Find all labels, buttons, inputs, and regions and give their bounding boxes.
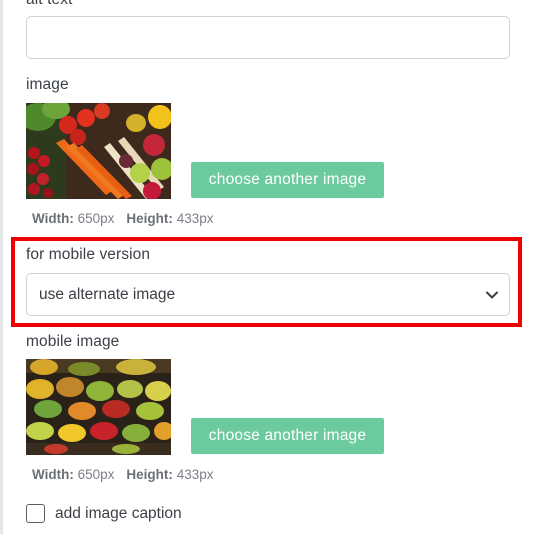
- height-label: Height:: [126, 211, 173, 226]
- mobile-height-label: Height:: [126, 467, 173, 482]
- width-label: Width:: [32, 211, 74, 226]
- mobile-version-label: for mobile version: [26, 246, 151, 263]
- image-thumbnail: [26, 103, 171, 199]
- mobile-version-selected-value: use alternate image: [39, 285, 176, 303]
- add-image-caption-checkbox[interactable]: [26, 504, 45, 523]
- mobile-image-dimensions: Width: 650px Height: 433px: [32, 467, 213, 482]
- mobile-width-label: Width:: [32, 467, 74, 482]
- mobile-width-value: 650px: [77, 467, 115, 482]
- vegetables-photo: [26, 103, 171, 199]
- height-value: 433px: [176, 211, 214, 226]
- mobile-version-select[interactable]: use alternate image: [26, 273, 510, 316]
- add-image-caption-label: add image caption: [55, 504, 182, 522]
- add-image-caption-option[interactable]: add image caption: [26, 504, 182, 523]
- fruit-market-photo: [26, 359, 171, 455]
- alt-text-label: alt text: [26, 0, 72, 9]
- image-dimensions: Width: 650px Height: 433px: [32, 211, 213, 226]
- choose-another-mobile-image-button[interactable]: choose another image: [191, 418, 384, 454]
- panel-left-border: [0, 0, 3, 534]
- image-label: image: [26, 76, 69, 93]
- mobile-height-value: 433px: [176, 467, 214, 482]
- choose-another-image-button[interactable]: choose another image: [191, 162, 384, 198]
- mobile-image-thumbnail: [26, 359, 171, 455]
- chevron-down-icon: [485, 288, 499, 302]
- width-value: 650px: [77, 211, 115, 226]
- alt-text-input[interactable]: [26, 16, 510, 59]
- mobile-image-label: mobile image: [26, 333, 120, 350]
